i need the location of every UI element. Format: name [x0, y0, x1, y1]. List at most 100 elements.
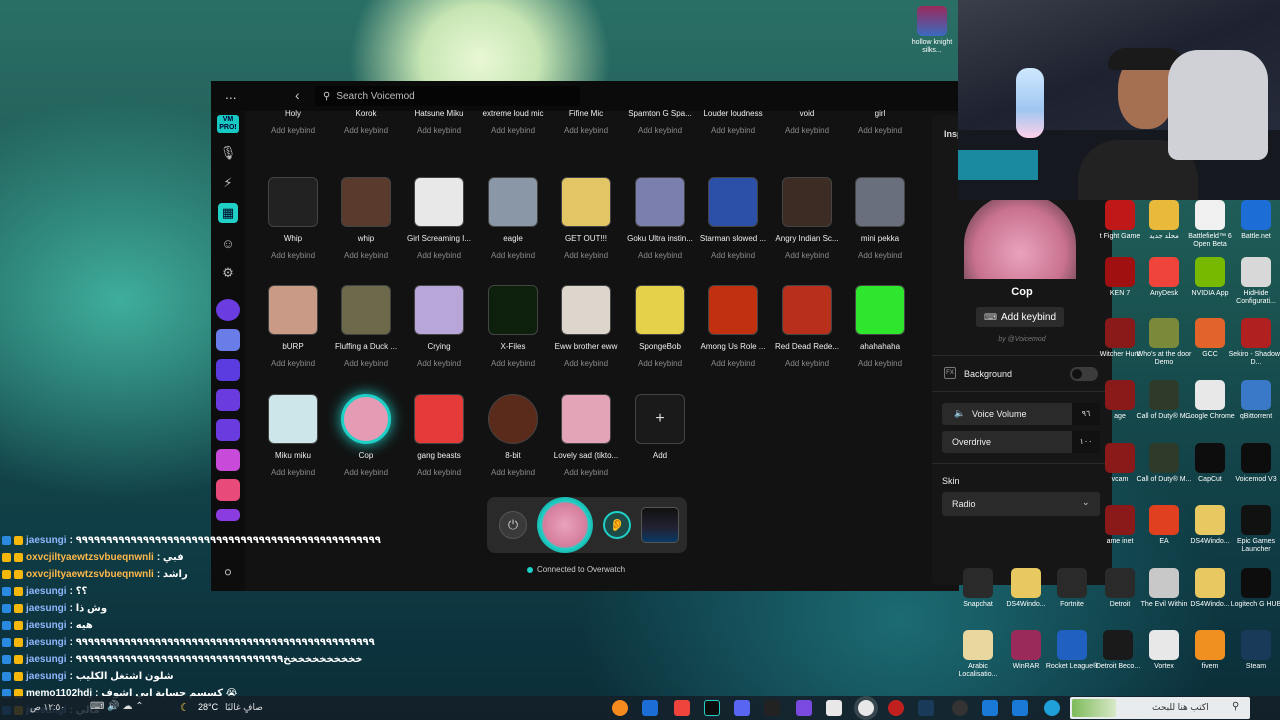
edge-taskbar-icon[interactable] — [1044, 700, 1060, 716]
chat-username[interactable]: jaesungi — [26, 671, 67, 682]
favorite-voice-8[interactable] — [216, 509, 240, 521]
add-keybind-link[interactable]: Add keybind — [258, 251, 328, 260]
voice-tile[interactable]: void Add keybind — [772, 109, 842, 135]
add-keybind-link[interactable]: Add keybind — [698, 126, 768, 135]
voice-tile[interactable]: extreme loud mic Add keybind — [478, 109, 548, 135]
add-keybind-link[interactable]: Add keybind — [404, 251, 474, 260]
voice-tile[interactable]: Louder loudness Add keybind — [698, 109, 768, 135]
background-toggle[interactable] — [1070, 367, 1098, 381]
desktop-icon[interactable]: Detroit — [1092, 568, 1148, 609]
favorite-voice-4[interactable] — [216, 389, 240, 411]
add-keybind-link[interactable]: Add keybind — [772, 126, 842, 135]
voice-tile[interactable]: GET OUT!!! Add keybind — [551, 177, 621, 260]
steam-taskbar-icon[interactable] — [918, 700, 934, 716]
user-icon[interactable]: ⚪ — [218, 563, 238, 583]
system-tray-icons[interactable]: ⌨ 🔊 ☁ ⌃ — [90, 701, 144, 712]
voice-tile[interactable]: SpongeBob Add keybind — [625, 285, 695, 368]
voice-tile[interactable]: Spamton G Spa... Add keybind — [625, 109, 695, 135]
voice-tile[interactable]: Fifine Mic Add keybind — [551, 109, 621, 135]
skin-dropdown[interactable]: Radio ⌄ — [942, 492, 1100, 516]
current-voice-avatar[interactable] — [537, 497, 593, 553]
add-keybind-link[interactable]: Add keybind — [258, 468, 328, 477]
add-keybind-link[interactable]: Add keybind — [625, 359, 695, 368]
favorite-voice-5[interactable] — [216, 419, 240, 441]
chat-username[interactable]: jaesungi — [26, 620, 67, 631]
voice-tile[interactable]: Among Us Role ... Add keybind — [698, 285, 768, 368]
voice-tile[interactable]: Goku Ultra instin... Add keybind — [625, 177, 695, 260]
outlook-taskbar-icon[interactable] — [982, 700, 998, 716]
voice-tile[interactable]: Fluffing a Duck ... Add keybind — [331, 285, 401, 368]
voice-tile[interactable]: mini pekka Add keybind — [845, 177, 915, 260]
voice-tile[interactable]: gang beasts Add keybind — [404, 394, 474, 477]
voice-tile[interactable]: Hatsune Miku Add keybind — [404, 109, 474, 135]
add-keybind-link[interactable]: Add keybind — [845, 251, 915, 260]
add-keybind-link[interactable]: Add keybind — [258, 126, 328, 135]
voice-tile[interactable]: ahahahaha Add keybind — [845, 285, 915, 368]
voice-tile[interactable]: whip Add keybind — [331, 177, 401, 260]
add-keybind-link[interactable]: Add keybind — [404, 359, 474, 368]
chat-username[interactable]: jaesungi — [26, 535, 67, 546]
discord-taskbar-icon[interactable] — [734, 700, 750, 716]
add-keybind-link[interactable]: Add keybind — [772, 251, 842, 260]
game-taskbar-icon[interactable] — [888, 700, 904, 716]
voice-tile[interactable]: Girl Screaming I... Add keybind — [404, 177, 474, 260]
add-keybind-link[interactable]: Add keybind — [478, 468, 548, 477]
chat-username[interactable]: jaesungi — [26, 603, 67, 614]
mail-taskbar-icon[interactable] — [1012, 700, 1028, 716]
anydesk-taskbar-icon[interactable] — [674, 700, 690, 716]
voice-tile[interactable]: Crying Add keybind — [404, 285, 474, 368]
favorite-voice-1[interactable] — [216, 299, 240, 321]
chat-username[interactable]: oxvcjiltyaewtzsvbueqnwnli — [26, 552, 154, 563]
add-keybind-link[interactable]: Add keybind — [331, 468, 401, 477]
desktop-icon[interactable]: vcam — [1092, 443, 1148, 484]
add-keybind-link[interactable]: Add keybind — [404, 126, 474, 135]
voice-tile[interactable]: 8-bit Add keybind — [478, 394, 548, 477]
voice-tile[interactable]: Whip Add keybind — [258, 177, 328, 260]
desktop-icon[interactable]: KEN 7 — [1092, 257, 1148, 298]
add-keybind-link[interactable]: Add keybind — [845, 126, 915, 135]
avatar-icon[interactable]: ☺ — [218, 233, 238, 253]
voice-tile[interactable]: Miku miku Add keybind — [258, 394, 328, 477]
chat-username[interactable]: jaesungi — [26, 654, 67, 665]
twitch-taskbar-icon[interactable] — [796, 700, 812, 716]
add-keybind-link[interactable]: Add keybind — [478, 251, 548, 260]
voice-volume-slider[interactable]: 🔈 Voice Volume ٩٦ — [942, 403, 1100, 425]
add-keybind-link[interactable]: Add keybind — [331, 359, 401, 368]
voice-tile[interactable]: Red Dead Rede... Add keybind — [772, 285, 842, 368]
chrome-taskbar-icon[interactable] — [858, 700, 874, 716]
soundboard-thumbnail[interactable] — [641, 507, 679, 543]
back-button[interactable]: ‹ — [295, 87, 300, 103]
voice-tile[interactable]: eagle Add keybind — [478, 177, 548, 260]
voice-tile[interactable]: Holy Add keybind — [258, 109, 328, 135]
chat-username[interactable]: jaesungi — [26, 637, 67, 648]
favorite-voice-2[interactable] — [216, 329, 240, 351]
add-keybind-button[interactable]: ⌨ Add keybind — [976, 307, 1064, 327]
add-keybind-link[interactable]: Add keybind — [551, 359, 621, 368]
add-keybind-link[interactable]: Add keybind — [698, 251, 768, 260]
search-input[interactable]: ⚲ Search Voicemod — [315, 86, 580, 106]
voice-tile[interactable]: girl Add keybind — [845, 109, 915, 135]
overwatch-taskbar-icon[interactable] — [612, 700, 628, 716]
voice-tile[interactable]: bURP Add keybind — [258, 285, 328, 368]
add-keybind-link[interactable]: Add keybind — [625, 251, 695, 260]
battlenet-taskbar-icon[interactable] — [642, 700, 658, 716]
add-keybind-link[interactable]: Add keybind — [772, 359, 842, 368]
voice-tile[interactable]: Starman slowed ... Add keybind — [698, 177, 768, 260]
add-keybind-link[interactable]: Add keybind — [478, 359, 548, 368]
overdrive-slider[interactable]: Overdrive ١٠٠ — [942, 431, 1100, 453]
desktop-icon[interactable]: t Fight Game — [1092, 200, 1148, 241]
desktop-icon-winrar-file[interactable]: hollow knight silks... — [904, 6, 960, 55]
favorite-voice-6[interactable] — [216, 449, 240, 471]
voicemod-taskbar-icon[interactable] — [704, 700, 720, 716]
favorite-voice-7[interactable] — [216, 479, 240, 501]
desktop-icon[interactable]: Arabic Localisatio... — [950, 630, 1006, 679]
add-keybind-link[interactable]: Add keybind — [551, 251, 621, 260]
microphone-icon[interactable]: 🎙 — [218, 143, 238, 163]
chat-username[interactable]: jaesungi — [26, 586, 67, 597]
add-keybind-link[interactable]: Add keybind — [625, 126, 695, 135]
add-keybind-link[interactable]: Add keybind — [331, 251, 401, 260]
add-keybind-link[interactable]: Add keybind — [331, 126, 401, 135]
voice-tile[interactable]: Eww brother eww Add keybind — [551, 285, 621, 368]
add-keybind-link[interactable]: Add keybind — [551, 468, 621, 477]
add-keybind-link[interactable]: Add keybind — [258, 359, 328, 368]
